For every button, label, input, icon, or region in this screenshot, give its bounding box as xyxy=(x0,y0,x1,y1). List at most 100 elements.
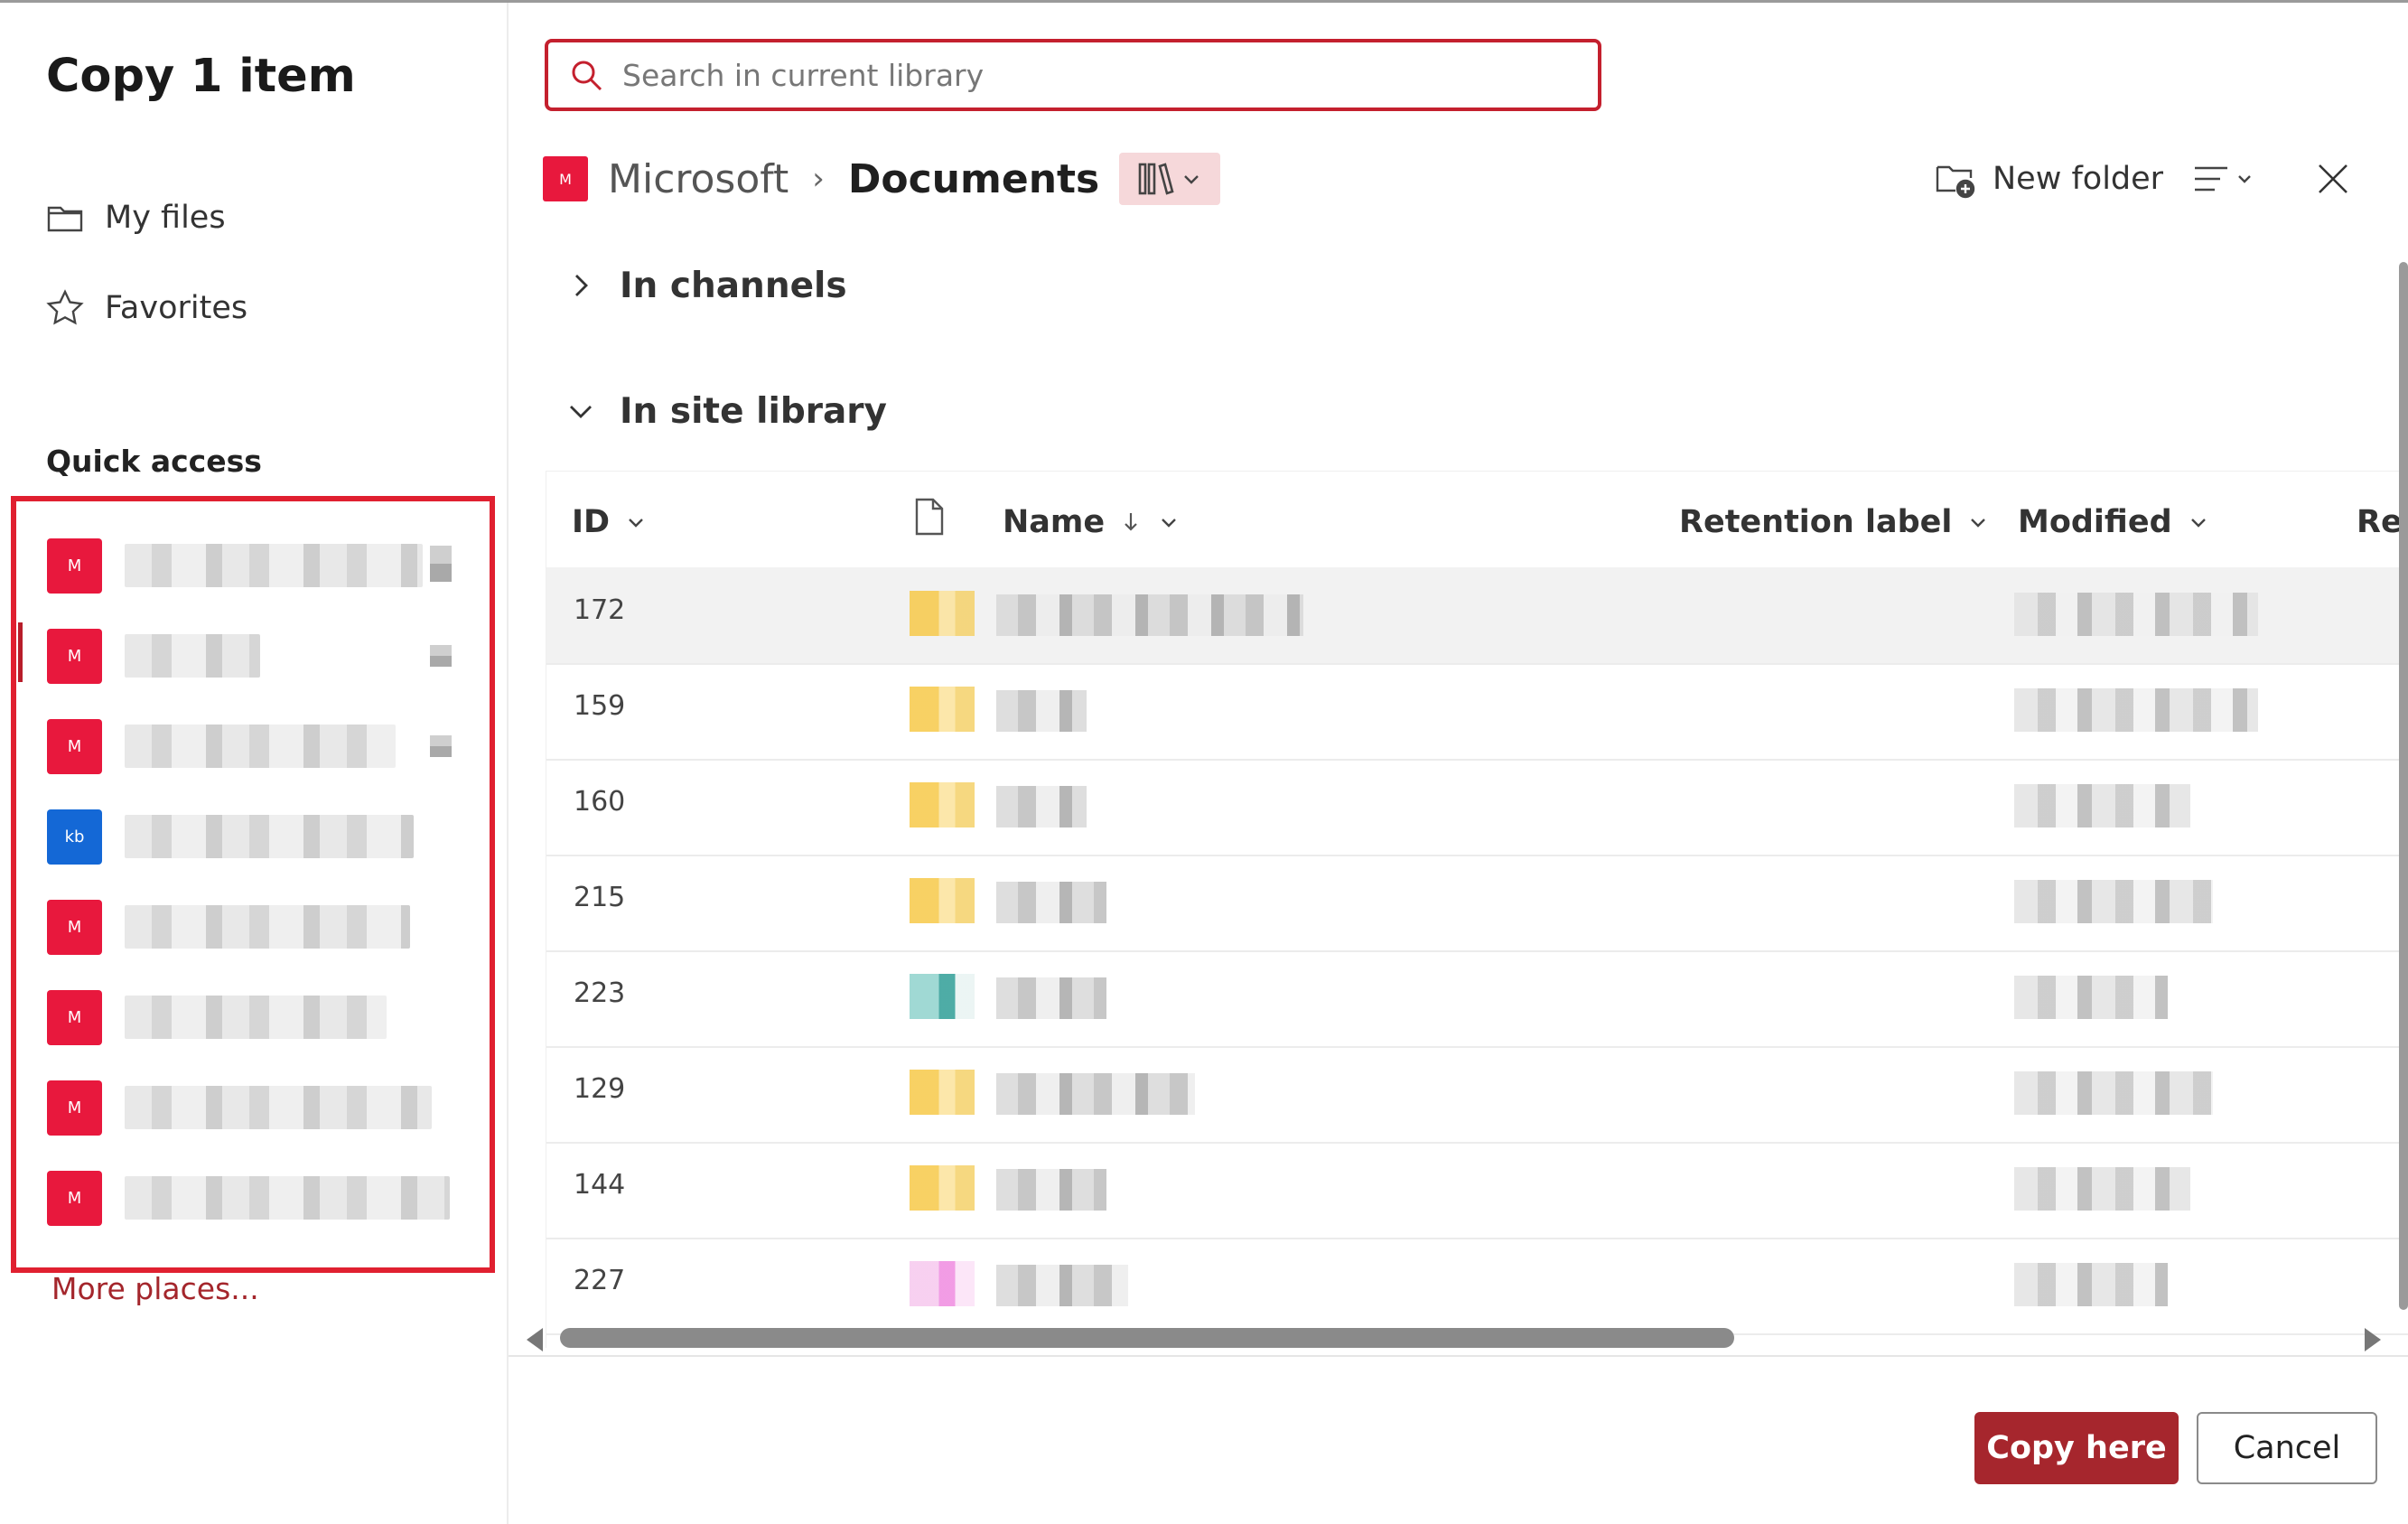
redacted-site-name xyxy=(125,634,260,678)
sidebar: Copy 1 item My files Favorites Quick acc… xyxy=(0,3,509,1524)
redacted-modified xyxy=(2014,593,2258,636)
scroll-right-arrow-icon[interactable] xyxy=(2365,1328,2381,1351)
new-folder-label: New folder xyxy=(1993,161,2164,197)
table-row[interactable]: 227 xyxy=(546,1238,2408,1335)
quick-access-item[interactable]: M xyxy=(16,891,468,956)
search-box[interactable] xyxy=(545,39,1601,111)
row-id: 129 xyxy=(574,1073,626,1105)
quick-access-highlight xyxy=(11,496,495,1273)
quick-access-item[interactable]: M xyxy=(16,620,468,685)
redacted-file-name xyxy=(996,786,1087,827)
quick-access-item[interactable]: M xyxy=(16,710,468,775)
redacted-detail xyxy=(430,645,452,667)
site-badge-icon: M xyxy=(47,629,102,684)
chevron-down-icon xyxy=(1162,519,1176,528)
quick-access-item[interactable]: kb xyxy=(16,800,468,865)
column-header-retention-label[interactable]: Retention label xyxy=(1679,497,1990,547)
column-header-id-label: ID xyxy=(572,504,611,540)
breadcrumb-site[interactable]: Microsoft xyxy=(608,156,789,202)
table-row[interactable]: 172 xyxy=(546,567,2408,665)
library-switcher-button[interactable] xyxy=(1119,153,1221,205)
vertical-scrollbar[interactable] xyxy=(2399,262,2408,1310)
redacted-modified xyxy=(2014,1263,2168,1306)
section-in-site-library[interactable]: In site library xyxy=(565,384,887,438)
breadcrumb-library: Documents xyxy=(847,155,1100,202)
dialog-title: Copy 1 item xyxy=(46,50,356,103)
row-id: 227 xyxy=(574,1265,626,1296)
table-row[interactable]: 215 xyxy=(546,855,2408,952)
row-id: 144 xyxy=(574,1169,626,1201)
file-type-icon[interactable] xyxy=(913,497,946,537)
nav-my-files-label: My files xyxy=(105,200,226,236)
site-badge-icon: M xyxy=(47,719,102,774)
site-badge-icon: M xyxy=(47,538,102,594)
redacted-file-name xyxy=(996,594,1303,636)
cancel-button[interactable]: Cancel xyxy=(2197,1412,2377,1484)
site-badge-icon: M xyxy=(47,1171,102,1226)
site-badge-icon: kb xyxy=(47,809,102,865)
more-places-link[interactable]: More places... xyxy=(51,1271,259,1306)
row-id: 223 xyxy=(574,977,626,1009)
search-icon xyxy=(572,61,602,91)
scroll-left-arrow-icon[interactable] xyxy=(527,1328,543,1351)
redacted-site-name xyxy=(125,1176,450,1220)
nav-favorites[interactable]: Favorites xyxy=(45,281,247,335)
column-header-name-label: Name xyxy=(1003,504,1106,540)
redacted-detail xyxy=(430,735,452,757)
search-input[interactable] xyxy=(621,56,1527,94)
close-icon[interactable] xyxy=(2312,158,2354,200)
file-icon xyxy=(910,1261,975,1306)
chevron-right-icon xyxy=(575,275,588,296)
new-folder-button[interactable]: New folder xyxy=(1935,154,2163,204)
site-badge-icon: M xyxy=(543,156,588,201)
arrow-down-icon xyxy=(1125,513,1137,531)
files-table: ID Name Retention label Modified Ret 172… xyxy=(546,471,2408,1348)
view-options-button[interactable] xyxy=(2189,155,2271,202)
column-header-modified-label: Modified xyxy=(2018,504,2172,540)
file-icon xyxy=(910,974,975,1019)
redacted-site-name xyxy=(125,815,414,858)
site-badge-icon: M xyxy=(47,900,102,955)
redacted-file-name xyxy=(996,1169,1106,1211)
quick-access-item[interactable]: M xyxy=(16,1071,468,1136)
quick-access-item[interactable]: M xyxy=(16,1162,468,1227)
section-in-channels-label: In channels xyxy=(620,265,847,306)
column-header-name[interactable]: Name xyxy=(1003,497,1181,547)
file-icon xyxy=(910,687,975,732)
site-badge-icon: M xyxy=(47,1080,102,1136)
quick-access-item[interactable]: M xyxy=(16,529,468,594)
redacted-file-name xyxy=(996,690,1087,732)
quick-access-heading: Quick access xyxy=(46,444,262,479)
chevron-down-icon xyxy=(629,519,643,528)
nav-my-files[interactable]: My files xyxy=(45,191,226,245)
quick-access-item[interactable]: M xyxy=(16,981,468,1046)
redacted-file-name xyxy=(996,977,1106,1019)
chevron-down-icon xyxy=(1184,175,1199,184)
table-row[interactable]: 223 xyxy=(546,950,2408,1048)
breadcrumb: M Microsoft › Documents xyxy=(543,149,1221,209)
chevron-right-icon: › xyxy=(812,161,825,197)
row-id: 160 xyxy=(574,786,626,818)
column-header-retention-label-text: Retention label xyxy=(1679,504,1953,540)
nav-favorites-label: Favorites xyxy=(105,290,248,326)
row-id: 172 xyxy=(574,594,626,626)
folder-icon xyxy=(47,206,83,232)
row-id: 159 xyxy=(574,690,626,722)
redacted-file-name xyxy=(996,1265,1128,1306)
horizontal-scrollbar[interactable] xyxy=(560,1328,1734,1348)
redacted-site-name xyxy=(125,996,387,1039)
chevron-down-icon xyxy=(1971,519,1986,528)
column-header-modified[interactable]: Modified xyxy=(2018,497,2210,547)
section-in-channels[interactable]: In channels xyxy=(565,258,847,313)
file-icon xyxy=(910,878,975,923)
list-view-icon xyxy=(2195,166,2227,192)
redacted-file-name xyxy=(996,882,1106,923)
section-in-site-library-label: In site library xyxy=(620,390,887,432)
copy-here-button[interactable]: Copy here xyxy=(1974,1412,2179,1484)
column-header-id[interactable]: ID xyxy=(572,497,648,547)
table-row[interactable]: 129 xyxy=(546,1046,2408,1144)
table-row[interactable]: 159 xyxy=(546,663,2408,761)
table-row[interactable]: 160 xyxy=(546,759,2408,856)
table-row[interactable]: 144 xyxy=(546,1142,2408,1239)
site-badge-icon: M xyxy=(47,990,102,1045)
